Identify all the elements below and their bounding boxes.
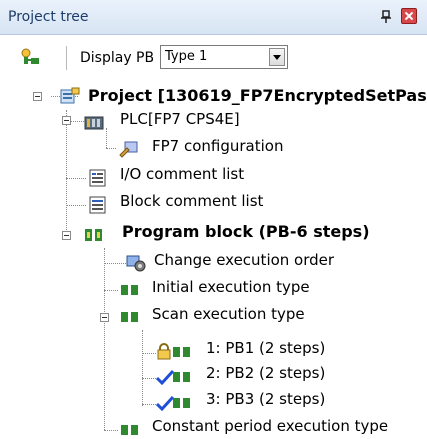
project-tree-panel: Project tree Display PB Type 1 Project [… bbox=[0, 0, 427, 438]
tree-line bbox=[104, 430, 118, 431]
tree-item-plc[interactable]: PLC[FP7 CPS4E] bbox=[120, 110, 240, 128]
expander-toggle[interactable] bbox=[62, 231, 71, 240]
expander-toggle[interactable] bbox=[62, 116, 71, 125]
panel-titlebar: Project tree bbox=[0, 0, 427, 35]
tree-line bbox=[104, 248, 105, 430]
block-comment-list-icon bbox=[89, 196, 106, 214]
tree-item-initial-execution-type[interactable]: Initial execution type bbox=[152, 278, 310, 296]
tree-item-program-block[interactable]: Program block (PB-6 steps) bbox=[122, 222, 370, 241]
tree-line bbox=[104, 263, 126, 264]
pb-icon bbox=[173, 398, 190, 408]
display-pb-label: Display PB bbox=[80, 50, 155, 66]
tree-line bbox=[142, 330, 143, 406]
tree-line bbox=[66, 178, 86, 179]
tree-line bbox=[106, 128, 107, 148]
display-pb-select[interactable]: Type 1 bbox=[160, 45, 288, 69]
pb-icon bbox=[173, 347, 190, 357]
tree-item-io-comment-list[interactable]: I/O comment list bbox=[120, 165, 244, 183]
tree-line bbox=[142, 404, 156, 405]
tree-item-pb1[interactable]: 1: PB1 (2 steps) bbox=[206, 339, 325, 357]
plc-icon bbox=[84, 116, 104, 130]
tree-line bbox=[104, 290, 118, 291]
panel-title: Project tree bbox=[8, 9, 89, 25]
pb-icon bbox=[173, 372, 190, 382]
tree-item-pb3[interactable]: 3: PB3 (2 steps) bbox=[206, 390, 325, 408]
chevron-down-icon[interactable] bbox=[269, 48, 285, 66]
tree-item-fp7-configuration[interactable]: FP7 configuration bbox=[152, 137, 283, 155]
tree-line bbox=[66, 205, 86, 206]
project-icon bbox=[60, 87, 80, 104]
tree-line bbox=[106, 148, 116, 149]
tree-item-scan-execution-type[interactable]: Scan execution type bbox=[152, 305, 305, 323]
program-block-icon bbox=[85, 229, 102, 241]
tree-line bbox=[66, 110, 67, 230]
pin-icon[interactable] bbox=[380, 10, 392, 24]
pb-type-icon bbox=[121, 312, 138, 322]
tree-item-project[interactable]: Project [130619_FP7EncryptedSetPas bbox=[88, 86, 427, 105]
pb-type-icon bbox=[121, 425, 138, 435]
tree-item-block-comment-list[interactable]: Block comment list bbox=[120, 192, 263, 210]
expander-toggle[interactable] bbox=[33, 92, 42, 101]
tree-item-change-execution-order[interactable]: Change execution order bbox=[154, 251, 334, 269]
configuration-icon bbox=[119, 141, 138, 158]
toolbar-separator bbox=[66, 46, 67, 70]
close-icon[interactable] bbox=[401, 8, 417, 24]
expander-toggle[interactable] bbox=[100, 313, 109, 322]
change-order-icon bbox=[126, 255, 146, 272]
io-comment-list-icon bbox=[89, 169, 106, 187]
tree-settings-icon[interactable] bbox=[20, 48, 40, 66]
tree-line bbox=[70, 121, 84, 122]
lock-icon bbox=[157, 343, 171, 360]
display-pb-select-value: Type 1 bbox=[165, 49, 208, 64]
tree-line bbox=[142, 378, 156, 379]
tree-item-pb2[interactable]: 2: PB2 (2 steps) bbox=[206, 364, 325, 382]
tree-line bbox=[142, 353, 156, 354]
tree-item-constant-period-execution-type[interactable]: Constant period execution type bbox=[152, 417, 388, 435]
pb-type-icon bbox=[121, 285, 138, 295]
